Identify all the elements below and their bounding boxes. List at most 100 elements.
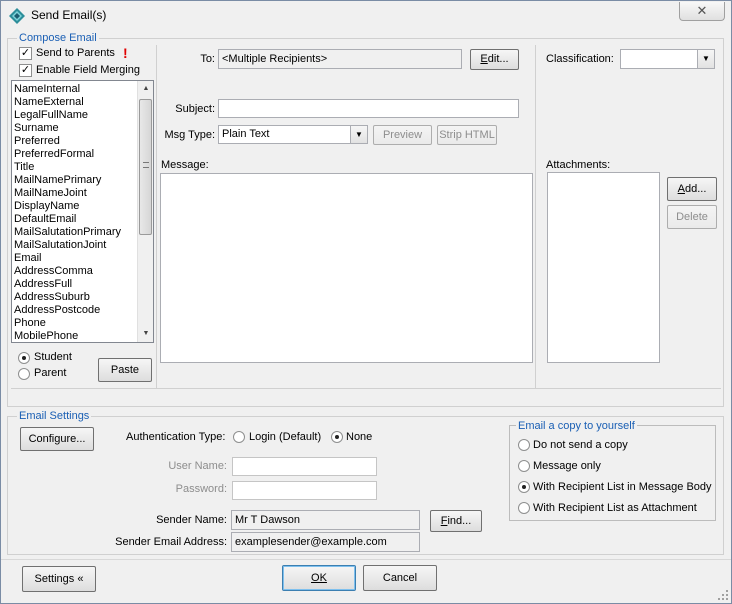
copy-message-only-label: Message only (533, 460, 601, 472)
list-item[interactable]: Email (12, 252, 153, 265)
parent-radio[interactable] (18, 368, 30, 380)
copy-recipients-body-radio[interactable] (518, 481, 530, 493)
ok-button[interactable]: OK (282, 565, 356, 591)
password-input[interactable] (232, 481, 377, 500)
parent-radio-label: Parent (34, 367, 67, 379)
classification-select[interactable]: ▼ (620, 49, 715, 69)
copy-none-radio[interactable] (518, 439, 530, 451)
list-item[interactable]: Preferred (12, 135, 153, 148)
find-button-rest: ind... (447, 515, 472, 527)
scroll-up-icon[interactable]: ▲ (138, 81, 153, 97)
attachments-label: Attachments: (546, 159, 611, 171)
list-item[interactable]: PreferredFormal (12, 148, 153, 161)
email-settings-legend: Email Settings (17, 410, 92, 422)
list-item[interactable]: Surname (12, 122, 153, 135)
enable-field-merging-checkbox[interactable]: ✓ (19, 64, 32, 77)
auth-login-label: Login (Default) (249, 431, 322, 443)
paste-button[interactable]: Paste (98, 358, 152, 382)
list-item[interactable]: DisplayName (12, 200, 153, 213)
list-item[interactable]: MobilePhone (12, 330, 153, 342)
classification-label: Classification: (546, 53, 614, 65)
list-item[interactable]: MailNameJoint (12, 187, 153, 200)
student-radio[interactable] (18, 352, 30, 364)
merge-fields-list[interactable]: NameInternal NameExternal LegalFullName Sur… (11, 80, 154, 343)
add-attachment-button[interactable]: Add... (667, 177, 717, 201)
copy-recipients-attachment-label: With Recipient List as Attachment (533, 502, 697, 514)
sender-name-field[interactable]: Mr T Dawson (231, 510, 420, 530)
list-item[interactable]: DefaultEmail (12, 213, 153, 226)
copy-none-label: Do not send a copy (533, 439, 628, 451)
send-to-parents-checkbox[interactable]: ✓ (19, 47, 32, 60)
username-input[interactable] (232, 457, 377, 476)
message-label: Message: (161, 159, 209, 171)
message-textarea[interactable] (160, 173, 533, 363)
to-field[interactable]: <Multiple Recipients> (218, 49, 462, 69)
ok-label: OK (311, 572, 327, 584)
copy-message-only-radio[interactable] (518, 460, 530, 472)
sender-email-field[interactable]: examplesender@example.com (231, 532, 420, 552)
msg-type-value: Plain Text (222, 128, 270, 140)
app-diamond-icon (9, 8, 25, 24)
find-sender-button[interactable]: Find... (430, 510, 482, 532)
chevron-down-icon: ▼ (350, 126, 367, 143)
list-item[interactable]: MailNamePrimary (12, 174, 153, 187)
attachments-list[interactable] (547, 172, 660, 363)
footer-divider (1, 559, 731, 560)
list-item[interactable]: Phone (12, 317, 153, 330)
username-label: User Name: (168, 460, 227, 472)
msg-type-select[interactable]: Plain Text ▼ (218, 125, 368, 144)
compose-bottom-divider (11, 388, 721, 389)
compose-email-legend: Compose Email (17, 32, 99, 44)
close-button[interactable]: ✕ (679, 2, 725, 21)
delete-attachment-button[interactable]: Delete (667, 205, 717, 229)
chevron-down-icon: ▼ (697, 50, 714, 68)
thumb-grip-icon (143, 162, 149, 168)
left-divider (156, 45, 157, 389)
window-title: Send Email(s) (31, 8, 107, 22)
auth-none-label: None (346, 431, 373, 443)
add-button-rest: dd... (684, 183, 707, 195)
strip-html-button[interactable]: Strip HTML (437, 125, 497, 145)
merge-fields-items: NameInternal NameExternal LegalFullName Sur… (12, 81, 153, 342)
list-item[interactable]: LegalFullName (12, 109, 153, 122)
scroll-thumb[interactable] (139, 99, 152, 235)
resize-grip-icon[interactable] (717, 589, 729, 601)
settings-toggle-button[interactable]: Settings « (22, 566, 96, 592)
list-item[interactable]: MailSalutationJoint (12, 239, 153, 252)
to-label: To: (200, 53, 215, 65)
edit-recipients-button[interactable]: Edit... (470, 49, 519, 70)
auth-login-radio[interactable] (233, 431, 245, 443)
msg-type-label: Msg Type: (164, 129, 215, 141)
list-item[interactable]: NameExternal (12, 96, 153, 109)
list-item[interactable]: NameInternal (12, 83, 153, 96)
fields-scrollbar[interactable]: ▲ ▼ (137, 81, 153, 342)
send-to-parents-label: Send to Parents (36, 47, 115, 59)
list-item[interactable]: AddressSuburb (12, 291, 153, 304)
list-item[interactable]: Title (12, 161, 153, 174)
copy-recipients-attachment-radio[interactable] (518, 502, 530, 514)
email-copy-legend: Email a copy to yourself (516, 420, 637, 432)
cancel-button[interactable]: Cancel (363, 565, 437, 591)
auth-none-radio[interactable] (331, 431, 343, 443)
scroll-down-icon[interactable]: ▼ (138, 326, 153, 342)
preview-button[interactable]: Preview (373, 125, 432, 145)
send-email-dialog: Send Email(s) ✕ Compose Email ✓ Send to … (0, 0, 732, 604)
auth-type-label: Authentication Type: (126, 431, 226, 443)
list-item[interactable]: AddressFull (12, 278, 153, 291)
student-radio-label: Student (34, 351, 72, 363)
copy-recipients-body-label: With Recipient List in Message Body (533, 481, 712, 493)
title-bar: Send Email(s) ✕ (1, 1, 731, 29)
edit-button-rest: dit... (487, 53, 509, 65)
list-item[interactable]: AddressPostcode (12, 304, 153, 317)
right-divider (535, 45, 536, 389)
warning-icon: ! (123, 45, 128, 61)
password-label: Password: (175, 483, 227, 495)
enable-field-merging-label: Enable Field Merging (36, 64, 140, 76)
subject-label: Subject: (175, 103, 215, 115)
configure-button[interactable]: Configure... (20, 427, 94, 451)
sender-email-label: Sender Email Address: (115, 536, 227, 548)
list-item[interactable]: AddressComma (12, 265, 153, 278)
subject-input[interactable] (218, 99, 519, 118)
close-icon: ✕ (696, 3, 708, 18)
list-item[interactable]: MailSalutationPrimary (12, 226, 153, 239)
